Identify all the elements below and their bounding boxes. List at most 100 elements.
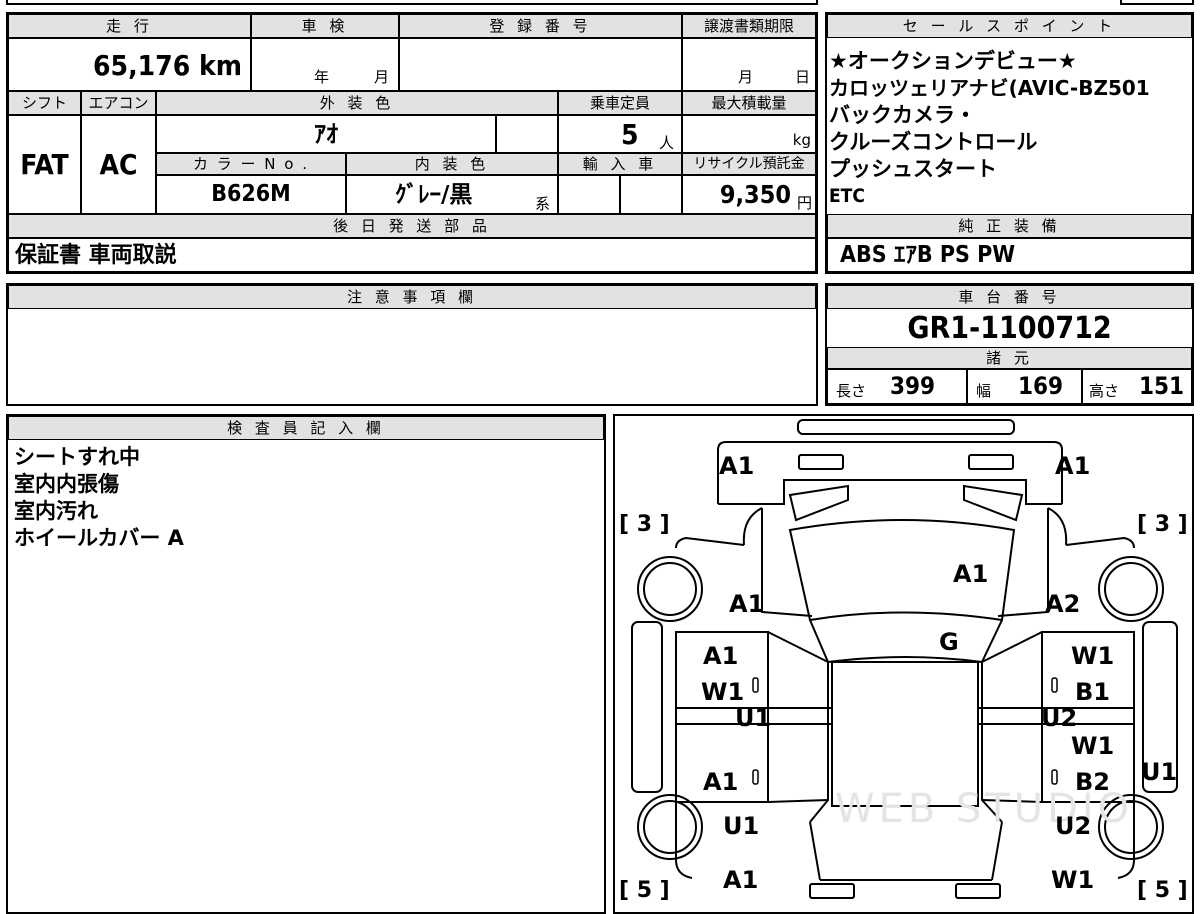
- color-no-cell: B626M: [156, 175, 346, 214]
- shift-header: シフト: [8, 91, 81, 115]
- registration-cell: [399, 38, 682, 91]
- top-strip-right: [1120, 0, 1194, 5]
- exterior-color-extra: [496, 115, 558, 153]
- damage-mark-windshield: A1: [953, 560, 989, 588]
- sales-points-text: ★オークションデビュー★ カロッツェリアナビ(AVIC-BZ501 バックカメラ…: [829, 48, 1189, 210]
- width-value: 169: [1018, 372, 1064, 400]
- later-parts-header: 後 日 発 送 部 品: [8, 214, 816, 238]
- damage-mark-left-rear-fender: U1: [723, 812, 760, 840]
- length-label: 長さ: [836, 382, 867, 400]
- recycle-cell: 9,350 円: [682, 175, 816, 214]
- color-no-value: B626M: [211, 181, 291, 207]
- inspection-month: 月: [374, 68, 390, 86]
- damage-mark-left-sill: U1: [735, 704, 772, 732]
- damage-mark-bracket-front-left: [ 3 ]: [619, 512, 670, 537]
- recycle-unit: 円: [796, 194, 812, 212]
- length-cell: 長さ 399: [827, 369, 967, 404]
- sales-point-line: ETC: [829, 185, 865, 207]
- car-diagram-box: WEB STUDIO A1 A1 [ 3 ] [ 3 ] A1 A1 A2 G …: [613, 414, 1194, 914]
- damage-mark-left-front-door: A1: [703, 642, 739, 670]
- transfer-cell: 月 日: [682, 38, 816, 91]
- inspector-text: シートすれ中 室内内張傷 室内汚れ ホイールカバー A: [14, 444, 184, 552]
- mileage-cell: 65,176 km: [8, 38, 251, 91]
- transfer-header: 譲渡書類期限: [682, 14, 816, 38]
- damage-mark-front-right: A1: [1055, 452, 1091, 480]
- standard-equipment-value: ABS ｴｱB PS PW: [840, 242, 1016, 268]
- import-cell-1: [558, 175, 620, 214]
- notes-header: 注 意 事 項 欄: [8, 285, 816, 309]
- capacity-cell: 5 人: [558, 115, 682, 153]
- inspector-line: 室内内張傷: [14, 472, 119, 496]
- damage-mark-right-front-door-b: B1: [1075, 678, 1110, 706]
- max-load-unit: kg: [792, 131, 811, 149]
- sales-point-line: ★オークションデビュー★: [829, 49, 1077, 73]
- inspection-cell: 年 月: [251, 38, 399, 91]
- chassis-value-cell: GR1-1100712: [827, 309, 1192, 347]
- ac-header: エアコン: [81, 91, 156, 115]
- capacity-unit: 人: [659, 134, 675, 152]
- damage-mark-bracket-front-right: [ 3 ]: [1137, 512, 1188, 537]
- interior-color-value: ｸﾞﾚｰ/黒: [395, 182, 473, 208]
- interior-color-cell: ｸﾞﾚｰ/黒 系: [346, 175, 558, 214]
- damage-mark-bracket-rear-left: [ 5 ]: [619, 878, 670, 903]
- max-load-header: 最大積載量: [682, 91, 816, 115]
- height-value: 151: [1139, 372, 1185, 400]
- chassis-header: 車 台 番 号: [827, 285, 1192, 309]
- inspector-line: ホイールカバー A: [14, 526, 184, 550]
- inspection-header: 車 検: [251, 14, 399, 38]
- damage-mark-front-left: A1: [719, 452, 755, 480]
- specs-header: 諸 元: [827, 347, 1192, 369]
- standard-equipment-header: 純 正 装 備: [827, 214, 1192, 238]
- damage-mark-rear-left: A1: [723, 866, 759, 894]
- damage-mark-left-fender: A1: [729, 590, 765, 618]
- width-cell: 幅 169: [967, 369, 1082, 404]
- mileage-number: 65,176: [93, 49, 191, 82]
- damage-mark-right-side-sill: U1: [1141, 758, 1178, 786]
- capacity-header: 乗車定員: [558, 91, 682, 115]
- mileage-header: 走 行: [8, 14, 251, 38]
- damage-mark-right-rear-door-b: B2: [1075, 768, 1110, 796]
- sales-points-box: セ ー ル ス ポ イ ン ト ★オークションデビュー★ カロッツェリアナビ(A…: [825, 12, 1194, 274]
- chassis-box: 車 台 番 号 GR1-1100712 諸 元 長さ 399 幅 169 高さ …: [825, 283, 1194, 406]
- damage-mark-right-rear-door: W1: [1071, 732, 1115, 760]
- width-label: 幅: [976, 382, 992, 400]
- damage-mark-right-rear-fender: U2: [1055, 812, 1092, 840]
- capacity-value: 5: [621, 118, 639, 151]
- top-strip: [6, 0, 818, 5]
- transfer-month: 月: [738, 68, 754, 86]
- registration-header: 登 録 番 号: [399, 14, 682, 38]
- damage-mark-bracket-rear-right: [ 5 ]: [1137, 878, 1188, 903]
- ac-value: AC: [99, 148, 138, 181]
- import-header: 輸 入 車: [558, 153, 682, 175]
- mileage-value: 65,176 km: [93, 49, 242, 82]
- recycle-value: 9,350: [719, 180, 791, 209]
- notes-box: 注 意 事 項 欄: [6, 283, 818, 406]
- damage-mark-right-front-door: W1: [1071, 642, 1115, 670]
- length-value: 399: [890, 372, 936, 400]
- inspector-line: シートすれ中: [14, 445, 140, 469]
- later-parts-cell: 保証書 車両取説: [8, 238, 816, 272]
- standard-equipment-cell: ABS ｴｱB PS PW: [827, 238, 1192, 272]
- damage-mark-left-front-door-w: W1: [701, 678, 745, 706]
- shift-cell: FAT: [8, 115, 81, 214]
- height-cell: 高さ 151: [1082, 369, 1192, 404]
- shift-value: FAT: [20, 148, 69, 181]
- sales-point-line: クルーズコントロール: [829, 130, 1038, 154]
- recycle-header: リサイクル預託金: [682, 153, 816, 175]
- transfer-day: 日: [795, 68, 811, 86]
- mileage-unit: km: [199, 49, 242, 82]
- inspection-year: 年: [314, 68, 330, 86]
- damage-mark-right-sill: U2: [1041, 704, 1078, 732]
- sales-points-header: セ ー ル ス ポ イ ン ト: [827, 14, 1192, 38]
- chassis-value: GR1-1100712: [907, 310, 1112, 346]
- sales-point-line: カロッツェリアナビ(AVIC-BZ501: [829, 76, 1150, 100]
- vehicle-info-table: 走 行 車 検 登 録 番 号 譲渡書類期限 65,176 km 年 月 月 日…: [6, 12, 818, 274]
- damage-mark-left-rear-door: A1: [703, 768, 739, 796]
- later-parts-value: 保証書 車両取説: [15, 243, 177, 268]
- max-load-cell: kg: [682, 115, 816, 153]
- interior-color-header: 内 装 色: [346, 153, 558, 175]
- ac-cell: AC: [81, 115, 156, 214]
- sales-point-line: プッシュスタート: [829, 157, 997, 181]
- exterior-color-header: 外 装 色: [156, 91, 558, 115]
- damage-mark-glass: G: [939, 628, 959, 656]
